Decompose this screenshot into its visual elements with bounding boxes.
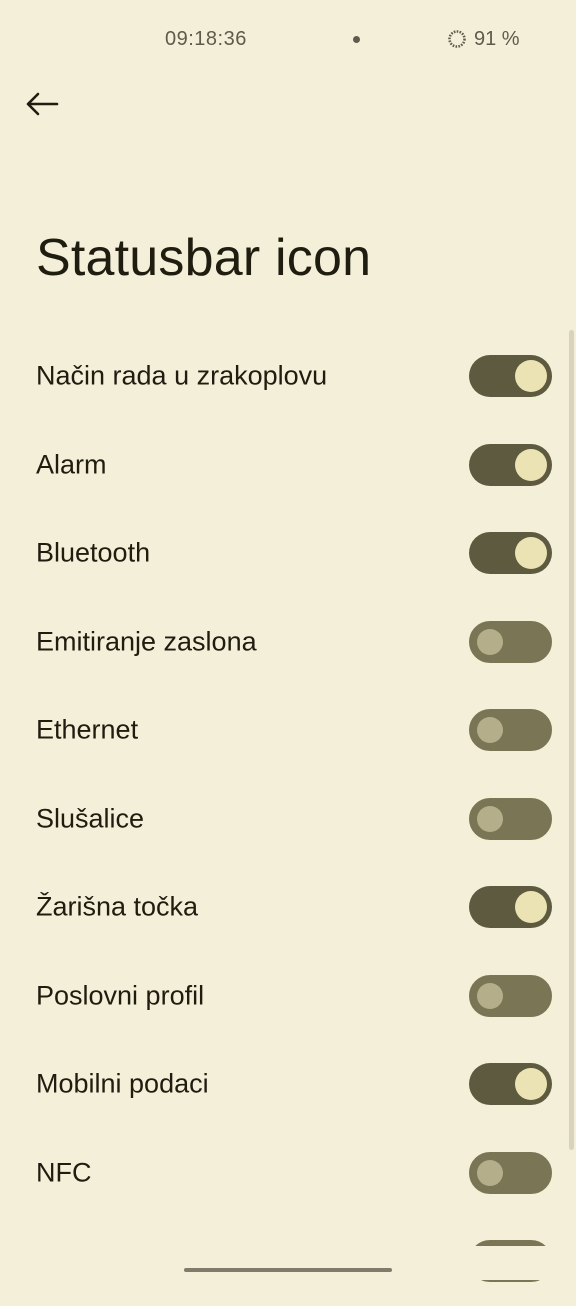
toggle-thumb [515, 537, 547, 570]
toggle-switch[interactable] [469, 886, 552, 929]
notification-dot-icon [353, 36, 360, 43]
bottom-fade [0, 1246, 576, 1280]
setting-row[interactable]: Način rada u zrakoplovu [0, 332, 576, 421]
setting-row[interactable]: Slušalice [0, 775, 576, 864]
toggle-thumb [515, 891, 547, 924]
toggle-thumb [515, 448, 547, 481]
toggle-switch[interactable] [469, 709, 552, 752]
setting-label: NFC [36, 1157, 92, 1188]
setting-label: Poslovni profil [36, 980, 205, 1011]
setting-row[interactable]: NFC [0, 1129, 576, 1218]
toggle-thumb [477, 805, 503, 832]
toggle-switch[interactable] [469, 532, 552, 575]
setting-row[interactable]: Žarišna točka [0, 863, 576, 952]
setting-label: Ethernet [36, 714, 139, 745]
status-bar: 09:18:36 91 % [0, 0, 576, 80]
setting-label: Način rada u zrakoplovu [36, 360, 328, 391]
arrow-back-icon [25, 92, 59, 116]
setting-row[interactable]: Emitiranje zaslona [0, 598, 576, 687]
toggle-thumb [477, 717, 503, 744]
toggle-switch[interactable] [469, 797, 552, 840]
battery-percent: 91 % [474, 28, 520, 50]
setting-label: Slušalice [36, 803, 145, 834]
toggle-switch[interactable] [469, 355, 552, 398]
toggle-switch[interactable] [469, 1063, 552, 1106]
setting-row[interactable]: Poslovni profil [0, 952, 576, 1041]
setting-label: Emitiranje zaslona [36, 626, 257, 657]
back-button[interactable] [20, 82, 64, 126]
toggle-switch[interactable] [469, 974, 552, 1017]
navigation-handle[interactable] [184, 1268, 392, 1272]
setting-row[interactable]: Mobilni podaci [0, 1040, 576, 1129]
setting-label: Mobilni podaci [36, 1068, 209, 1099]
setting-label: Žarišna točka [36, 891, 199, 922]
toggle-thumb [477, 1159, 503, 1186]
scrollbar[interactable] [569, 330, 574, 1150]
toggle-thumb [515, 360, 547, 393]
page-title: Statusbar icon [36, 229, 372, 287]
toggle-thumb [515, 1068, 547, 1101]
settings-list: Način rada u zrakoplovu Alarm Bluetooth Emi… [0, 332, 576, 1306]
battery-ring-icon [447, 29, 467, 49]
setting-label: Bluetooth [36, 537, 151, 568]
setting-label: Alarm [36, 449, 107, 480]
setting-row[interactable]: Bluetooth [0, 509, 576, 598]
setting-row[interactable]: Ethernet [0, 686, 576, 775]
toggle-thumb [477, 628, 503, 655]
setting-row[interactable]: Alarm [0, 421, 576, 510]
toggle-switch[interactable] [469, 620, 552, 663]
toggle-switch[interactable] [469, 1151, 552, 1194]
toggle-switch[interactable] [469, 443, 552, 486]
toggle-thumb [477, 982, 503, 1009]
status-time: 09:18:36 [165, 28, 247, 50]
